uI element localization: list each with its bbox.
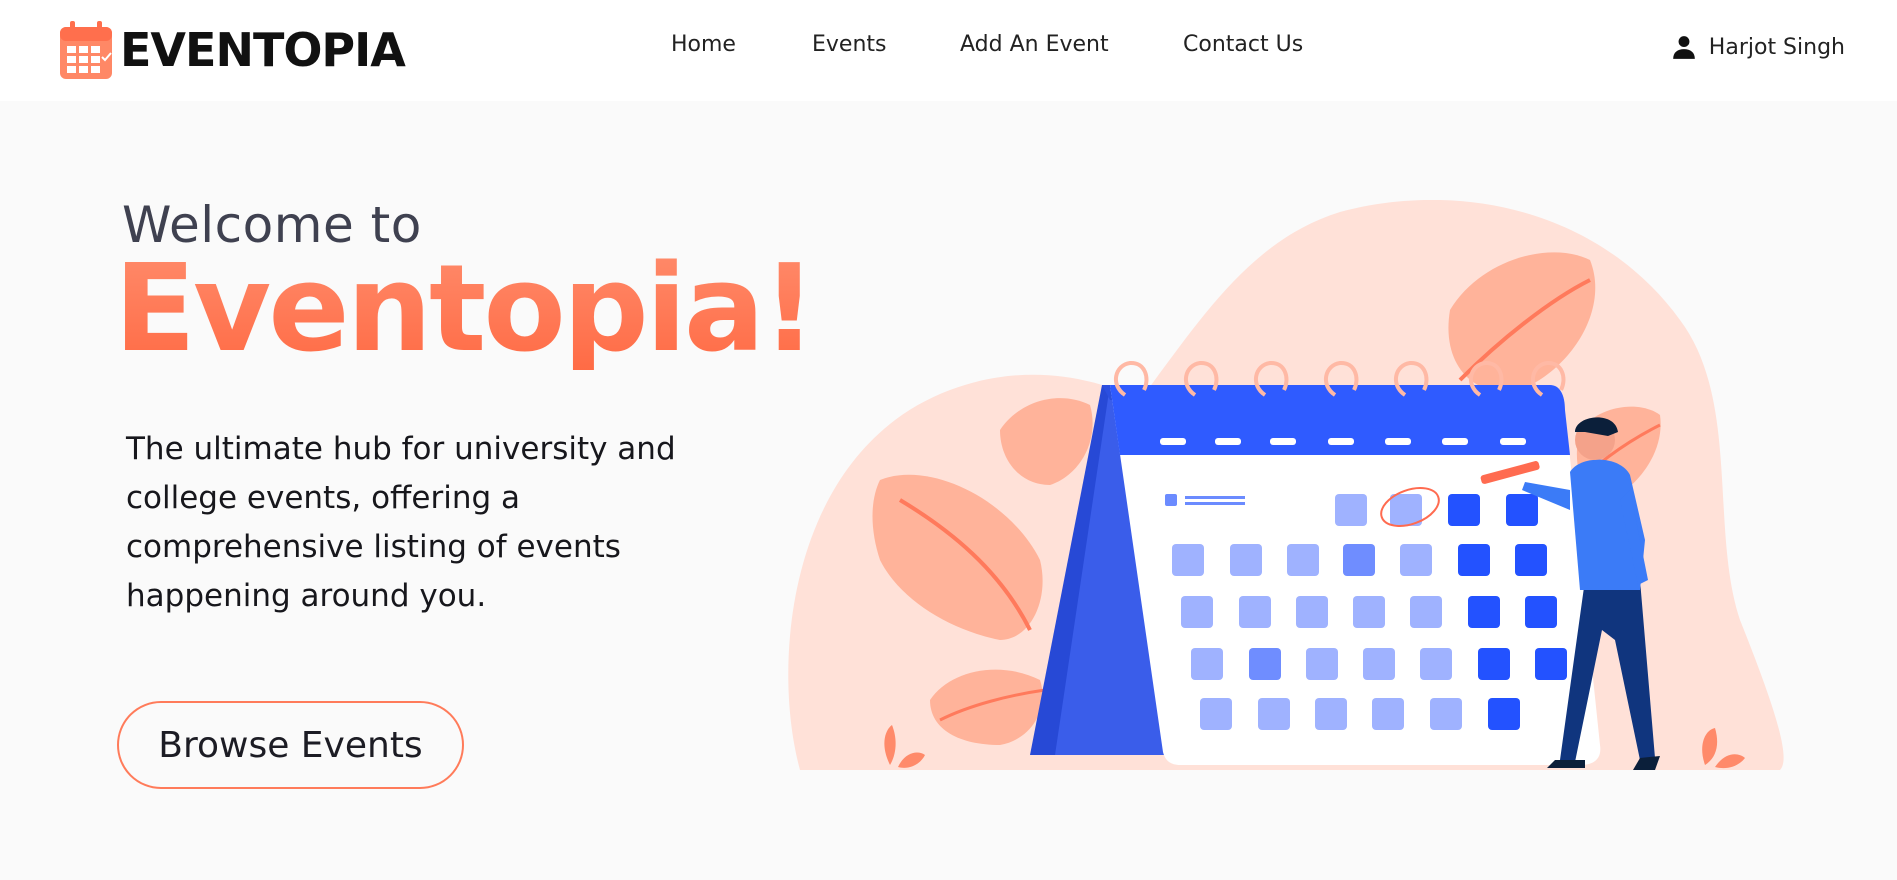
nav-item-home[interactable]: Home (671, 32, 736, 57)
calendar-illustration (788, 200, 1784, 770)
user-menu[interactable]: Harjot Singh (1671, 34, 1845, 60)
browse-events-button[interactable]: Browse Events (117, 701, 464, 789)
nav-item-events[interactable]: Events (812, 32, 887, 57)
user-icon (1672, 36, 1695, 59)
nav-item-contact-us[interactable]: Contact Us (1183, 32, 1303, 57)
hero-title: Eventopia! (114, 240, 817, 379)
top-navbar: EVENTOPIA Home Events Add An Event Conta… (0, 0, 1897, 101)
user-name: Harjot Singh (1708, 34, 1845, 60)
nav-item-add-event[interactable]: Add An Event (960, 32, 1109, 57)
main-nav: Home Events Add An Event Contact Us (0, 32, 1897, 68)
hero-tagline: The ultimate hub for university and coll… (126, 431, 676, 614)
